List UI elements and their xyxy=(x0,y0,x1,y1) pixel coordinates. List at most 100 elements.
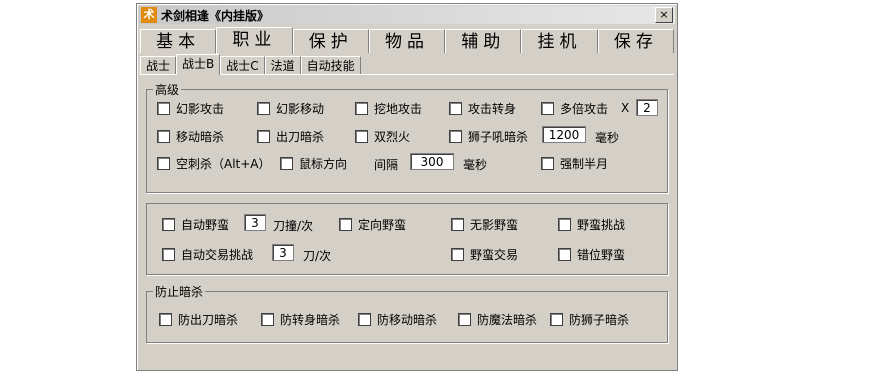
tab-profession[interactable]: 职业 xyxy=(216,27,293,54)
savage-trade-label: 野蛮交易 xyxy=(470,248,519,262)
tab-items[interactable]: 物品 xyxy=(368,29,446,53)
checkbox-box[interactable] xyxy=(257,130,270,143)
checkbox-box[interactable] xyxy=(355,130,368,143)
savage-challenge-checkbox[interactable]: 野蛮挑战 xyxy=(558,216,625,233)
magic-attack-checkbox[interactable]: 幻影攻击 xyxy=(157,100,224,117)
close-button[interactable]: × xyxy=(655,7,673,23)
checkbox-box[interactable] xyxy=(558,248,571,261)
checkbox-box[interactable] xyxy=(449,130,462,143)
dig-attack-label: 挖地攻击 xyxy=(374,102,423,116)
dig-attack-checkbox[interactable]: 挖地攻击 xyxy=(355,100,422,117)
auto-savage-checkbox[interactable]: 自动野蛮 xyxy=(162,216,229,233)
interval-label: 间隔 xyxy=(374,158,399,172)
anti-turn-label: 防转身暗杀 xyxy=(280,313,341,327)
interval-unit: 毫秒 xyxy=(463,158,488,172)
checkbox-box[interactable] xyxy=(339,218,352,231)
checkbox-box[interactable] xyxy=(157,130,170,143)
subtab-warrior-b[interactable]: 战士B xyxy=(176,54,221,75)
anti-turn-checkbox[interactable]: 防转身暗杀 xyxy=(261,311,340,328)
title-bar: 术 术剑相逢《内挂版》 × xyxy=(139,6,675,24)
auto-trade-challenge-label: 自动交易挑战 xyxy=(181,248,254,262)
directed-savage-checkbox[interactable]: 定向野蛮 xyxy=(339,216,406,233)
anti-lion-checkbox[interactable]: 防狮子暗杀 xyxy=(550,311,629,328)
tab-afk[interactable]: 挂机 xyxy=(521,29,598,53)
offset-savage-checkbox[interactable]: 错位野蛮 xyxy=(558,246,625,263)
multi-attack-checkbox[interactable]: 多倍攻击 xyxy=(541,100,608,117)
move-assassin-checkbox[interactable]: 移动暗杀 xyxy=(157,128,224,145)
checkbox-box[interactable] xyxy=(280,157,293,170)
subtab-warrior[interactable]: 战士 xyxy=(140,56,177,74)
auto-savage-label: 自动野蛮 xyxy=(181,218,230,232)
magic-move-checkbox[interactable]: 幻影移动 xyxy=(257,100,324,117)
anti-magic-checkbox[interactable]: 防魔法暗杀 xyxy=(458,311,537,328)
advanced-legend: 高级 xyxy=(155,83,180,97)
anti-assassin-legend: 防止暗杀 xyxy=(155,285,204,299)
checkbox-box[interactable] xyxy=(157,157,170,170)
checkbox-box[interactable] xyxy=(451,248,464,261)
tab-panel: 高级 幻影攻击 幻影移动 挖地攻击 攻击转身 多倍攻击 X 2 移动暗杀 出刀暗… xyxy=(140,74,674,366)
blade-assassin-label: 出刀暗杀 xyxy=(276,130,325,144)
auto-savage-input[interactable]: 3 xyxy=(244,214,266,231)
checkbox-box[interactable] xyxy=(458,313,471,326)
anti-blade-label: 防出刀暗杀 xyxy=(178,313,239,327)
force-half-moon-checkbox[interactable]: 强制半月 xyxy=(541,155,608,172)
mouse-direction-label: 鼠标方向 xyxy=(299,157,348,171)
move-assassin-label: 移动暗杀 xyxy=(176,130,225,144)
lion-roar-label: 狮子吼暗杀 xyxy=(468,130,529,144)
checkbox-box[interactable] xyxy=(261,313,274,326)
trade-unit: 刀/次 xyxy=(303,249,332,263)
tab-basic[interactable]: 基本 xyxy=(140,29,217,53)
multi-x-label: X xyxy=(621,101,630,115)
lion-roar-checkbox[interactable]: 狮子吼暗杀 xyxy=(449,128,528,145)
blade-assassin-checkbox[interactable]: 出刀暗杀 xyxy=(257,128,324,145)
checkbox-box[interactable] xyxy=(157,102,170,115)
subtab-warrior-c[interactable]: 战士C xyxy=(220,56,265,74)
checkbox-box[interactable] xyxy=(451,218,464,231)
directed-savage-label: 定向野蛮 xyxy=(358,218,407,232)
checkbox-box[interactable] xyxy=(159,313,172,326)
tab-save[interactable]: 保存 xyxy=(597,29,674,53)
checkbox-box[interactable] xyxy=(558,218,571,231)
multi-attack-label: 多倍攻击 xyxy=(560,102,609,116)
subtab-mage-taoist[interactable]: 法道 xyxy=(264,56,301,74)
attack-turn-label: 攻击转身 xyxy=(468,102,517,116)
checkbox-box[interactable] xyxy=(162,248,175,261)
savage-challenge-label: 野蛮挑战 xyxy=(577,218,626,232)
anti-magic-label: 防魔法暗杀 xyxy=(477,313,538,327)
checkbox-box[interactable] xyxy=(257,102,270,115)
magic-attack-label: 幻影攻击 xyxy=(176,102,225,116)
main-tab-bar: 基本 职业 保护 物品 辅助 挂机 保存 xyxy=(140,27,674,54)
shadowless-savage-label: 无影野蛮 xyxy=(470,218,519,232)
lion-roar-input[interactable]: 1200 xyxy=(542,126,586,143)
checkbox-box[interactable] xyxy=(541,157,554,170)
attack-turn-checkbox[interactable]: 攻击转身 xyxy=(449,100,516,117)
lion-roar-unit: 毫秒 xyxy=(595,131,620,145)
auto-trade-challenge-checkbox[interactable]: 自动交易挑战 xyxy=(162,246,253,263)
tab-protect[interactable]: 保护 xyxy=(292,29,369,53)
checkbox-box[interactable] xyxy=(355,102,368,115)
interval-input[interactable]: 300 xyxy=(410,153,454,170)
mouse-direction-checkbox[interactable]: 鼠标方向 xyxy=(280,155,347,172)
multi-attack-input[interactable]: 2 xyxy=(636,99,658,116)
air-stab-label: 空刺杀（Alt+A） xyxy=(176,157,271,171)
air-stab-checkbox[interactable]: 空刺杀（Alt+A） xyxy=(157,155,271,172)
anti-blade-checkbox[interactable]: 防出刀暗杀 xyxy=(159,311,238,328)
checkbox-box[interactable] xyxy=(550,313,563,326)
checkbox-box[interactable] xyxy=(358,313,371,326)
force-half-moon-label: 强制半月 xyxy=(560,157,609,171)
shadowless-savage-checkbox[interactable]: 无影野蛮 xyxy=(451,216,518,233)
anti-move-checkbox[interactable]: 防移动暗杀 xyxy=(358,311,437,328)
offset-savage-label: 错位野蛮 xyxy=(577,248,626,262)
checkbox-box[interactable] xyxy=(162,218,175,231)
window-title: 术剑相逢《内挂版》 xyxy=(161,8,270,23)
double-fire-checkbox[interactable]: 双烈火 xyxy=(355,128,410,145)
subtab-auto-skill[interactable]: 自动技能 xyxy=(300,56,361,74)
savage-trade-checkbox[interactable]: 野蛮交易 xyxy=(451,246,518,263)
double-fire-label: 双烈火 xyxy=(374,130,411,144)
app-window: 术 术剑相逢《内挂版》 × 基本 职业 保护 物品 辅助 挂机 保存 战士 战士… xyxy=(136,3,678,371)
savage-group xyxy=(146,203,668,275)
tab-assist[interactable]: 辅助 xyxy=(445,29,522,53)
checkbox-box[interactable] xyxy=(449,102,462,115)
checkbox-box[interactable] xyxy=(541,102,554,115)
trade-input[interactable]: 3 xyxy=(272,244,294,261)
